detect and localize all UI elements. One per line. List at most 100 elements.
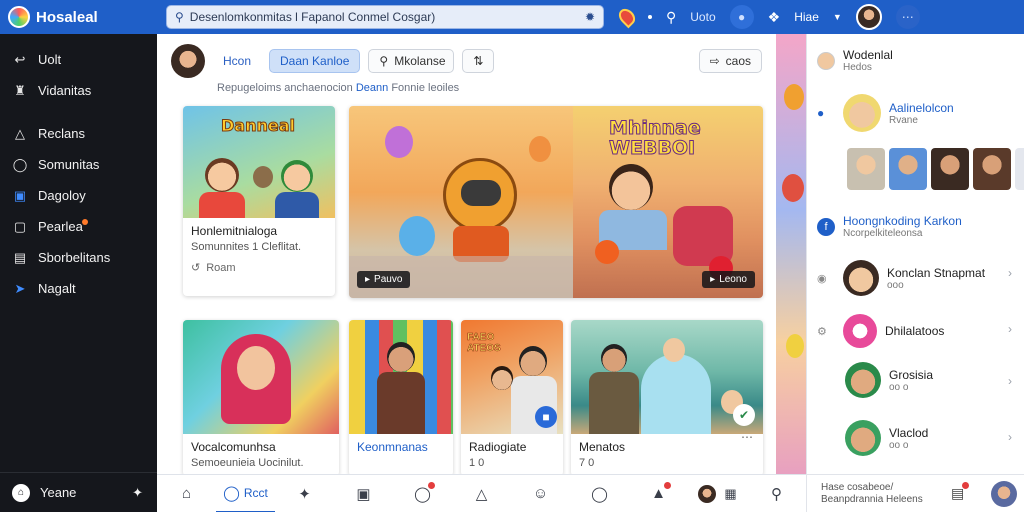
video-card[interactable]: ✔ Menatos 7 0 ⋯ (571, 320, 763, 476)
sparkle-icon[interactable]: ✦ (132, 485, 143, 501)
app-logo[interactable]: Hosaleal (0, 6, 160, 28)
search-input[interactable] (189, 10, 579, 24)
avatar[interactable] (845, 362, 881, 398)
avatar[interactable] (171, 44, 205, 78)
chat-icon[interactable]: ◯ (393, 475, 452, 512)
bell-icon[interactable]: △ (452, 475, 511, 512)
sidebar: ↩ Uolt ♜ Vidanitas △ Reclans ◯ Somunitas… (0, 34, 157, 512)
list-item[interactable]: f Hoongnkoding Karkon Ncorpelkiteleonsa (817, 214, 962, 239)
list-item[interactable]: Wodenlal Hedos (817, 48, 893, 73)
sidebar-item-reclans[interactable]: △ Reclans (0, 118, 157, 149)
sidebar-item-label: Somunitas (38, 157, 100, 172)
overlay-button[interactable]: ▸ Leono (702, 271, 755, 288)
location-pin-icon[interactable] (615, 5, 639, 29)
card-title[interactable]: Vocalcomunhsa (183, 434, 339, 454)
graduation-cap-icon: ♜ (14, 82, 26, 98)
search-icon[interactable]: ⚲ (666, 9, 676, 26)
avatar[interactable] (855, 4, 882, 30)
app-icon: ▣ (13, 187, 27, 203)
sort-label: caos (725, 54, 751, 68)
video-thumbnail[interactable]: Danneal (183, 106, 335, 218)
avatar[interactable] (843, 260, 879, 296)
avatar[interactable] (845, 420, 881, 456)
video-card[interactable]: Keonmnanas (349, 320, 453, 476)
home-icon[interactable]: ⌂ (157, 475, 216, 512)
avatar[interactable] (843, 94, 881, 132)
sidebar-footer[interactable]: ⌂ Yeane ✦ (0, 472, 157, 512)
profile-icon[interactable]: ◯ (570, 475, 629, 512)
sidebar-item-uolt[interactable]: ↩ Uolt (0, 44, 157, 75)
sidebar-item-somunitas[interactable]: ◯ Somunitas (0, 149, 157, 180)
video-thumbnail-right[interactable]: Mhinnae WEBBOI ▸ Leono (573, 106, 763, 298)
sidebar-item-label: Sborbelitans (38, 250, 111, 265)
sidebar-item-label: Uolt (38, 52, 62, 67)
puzzle-icon[interactable]: ❖ (768, 9, 781, 26)
clear-search-icon[interactable]: ✹ (585, 10, 595, 24)
video-card[interactable]: FAEO ATEOS ■ Radiogiate 1 0 (461, 320, 563, 476)
user-label[interactable]: Hiae (794, 10, 819, 24)
smile-icon[interactable]: ☺ (511, 475, 570, 512)
more-icon[interactable]: ⋯ (895, 5, 920, 29)
avatar[interactable] (817, 51, 835, 70)
tab-active[interactable]: Daan Kanloe (269, 49, 361, 73)
sidebar-item-pearlea[interactable]: ▢ Pearlea (0, 211, 157, 242)
sidebar-item-sborbelitans[interactable]: ▤ Sborbelitans (0, 242, 157, 273)
chevron-down-icon[interactable]: ▼ (833, 12, 842, 22)
photo-thumbnail[interactable] (931, 148, 969, 190)
sidebar-item-vidanitas[interactable]: ♜ Vidanitas (0, 75, 157, 106)
sidebar-item-nagalt[interactable]: ➤ Nagalt (0, 273, 157, 304)
video-thumbnail[interactable]: FAEO ATEOS ■ (461, 320, 563, 434)
avatar[interactable] (991, 480, 1017, 507)
sort-button[interactable]: ⇨ caos (698, 49, 762, 73)
play-icon: ▸ (710, 274, 716, 285)
video-thumbnail[interactable]: ✔ (571, 320, 763, 434)
notifications-icon[interactable]: ● (729, 5, 754, 29)
avatar[interactable]: ▦ (688, 475, 747, 512)
top-link[interactable]: Uoto (690, 10, 715, 24)
tab-active-bottom[interactable]: ◯ Rcct (216, 475, 275, 512)
video-thumbnail[interactable] (349, 320, 453, 434)
breadcrumb-link[interactable]: Deann (356, 82, 388, 94)
inbox-icon[interactable]: ▤ (951, 481, 971, 502)
search-bar[interactable]: ⚲ ✹ (166, 5, 604, 29)
share-icon[interactable]: ↺ (191, 261, 200, 274)
list-item[interactable]: ⚙ Dhilalatoos (817, 314, 944, 348)
list-item[interactable]: ● Aalinelolcon Rvane (817, 94, 954, 132)
more-icon[interactable]: ⋯ (741, 430, 753, 444)
chevron-right-icon[interactable]: › (1008, 374, 1012, 388)
photo-thumbnail[interactable] (889, 148, 927, 190)
photo-thumbnail[interactable] (847, 148, 885, 190)
chevron-right-icon[interactable]: › (1008, 266, 1012, 280)
card-title[interactable]: Honlemitnialoga (183, 218, 335, 238)
photo-strip[interactable] (847, 148, 1024, 190)
right-panel: Wodenlal Hedos ● Aalinelolcon Rvane f Ho… (806, 34, 1024, 512)
card-subtitle: Semoeunieia Uocinilut. (191, 457, 304, 469)
video-thumbnail[interactable] (183, 320, 339, 434)
chevron-right-icon[interactable]: › (1008, 322, 1012, 336)
card-title[interactable]: Menatos (571, 434, 763, 454)
gift-icon[interactable]: ▲ (629, 475, 688, 512)
video-thumbnail-left[interactable]: ▸ Pauvo (349, 106, 573, 298)
video-card[interactable]: Vocalcomunhsa Semoeunieia Uocinilut. (183, 320, 339, 476)
filter-button[interactable]: ⇅ (462, 49, 495, 73)
list-item[interactable]: Vlaclod oo o (845, 420, 928, 456)
sparkle-icon[interactable]: ✦ (275, 475, 334, 512)
photo-thumbnail[interactable] (1015, 148, 1024, 190)
featured-video-card[interactable]: ▸ Pauvo Mhinnae WEBBOI ▸ Leono (349, 106, 763, 298)
tab-home[interactable]: Hcon (213, 49, 261, 73)
card-title[interactable]: Keonmnanas (349, 434, 453, 454)
video-card[interactable]: Danneal Honlemitnialoga Somunnites 1 Cle… (183, 106, 335, 296)
list-item[interactable]: Grosisia oo o (845, 362, 933, 398)
image-icon[interactable]: ▣ (334, 475, 393, 512)
chevron-right-icon[interactable]: › (1008, 430, 1012, 444)
search-icon[interactable]: ⚲ (747, 475, 806, 512)
photo-thumbnail[interactable] (973, 148, 1011, 190)
search-chip[interactable]: ⚲ Mkolanse (368, 49, 455, 73)
notification-dot (82, 219, 88, 225)
list-item[interactable]: ◉ Konclan Stnapmat ooo (817, 260, 985, 296)
overlay-button[interactable]: ▸ Pauvo (357, 271, 411, 288)
right-panel-footer: Hase cosabeoe/ Beanpdrannia Heleens ▤ (807, 474, 1024, 512)
sidebar-item-dagoloy[interactable]: ▣ Dagoloy (0, 180, 157, 211)
avatar[interactable] (843, 314, 877, 348)
card-title[interactable]: Radiogiate (461, 434, 563, 454)
